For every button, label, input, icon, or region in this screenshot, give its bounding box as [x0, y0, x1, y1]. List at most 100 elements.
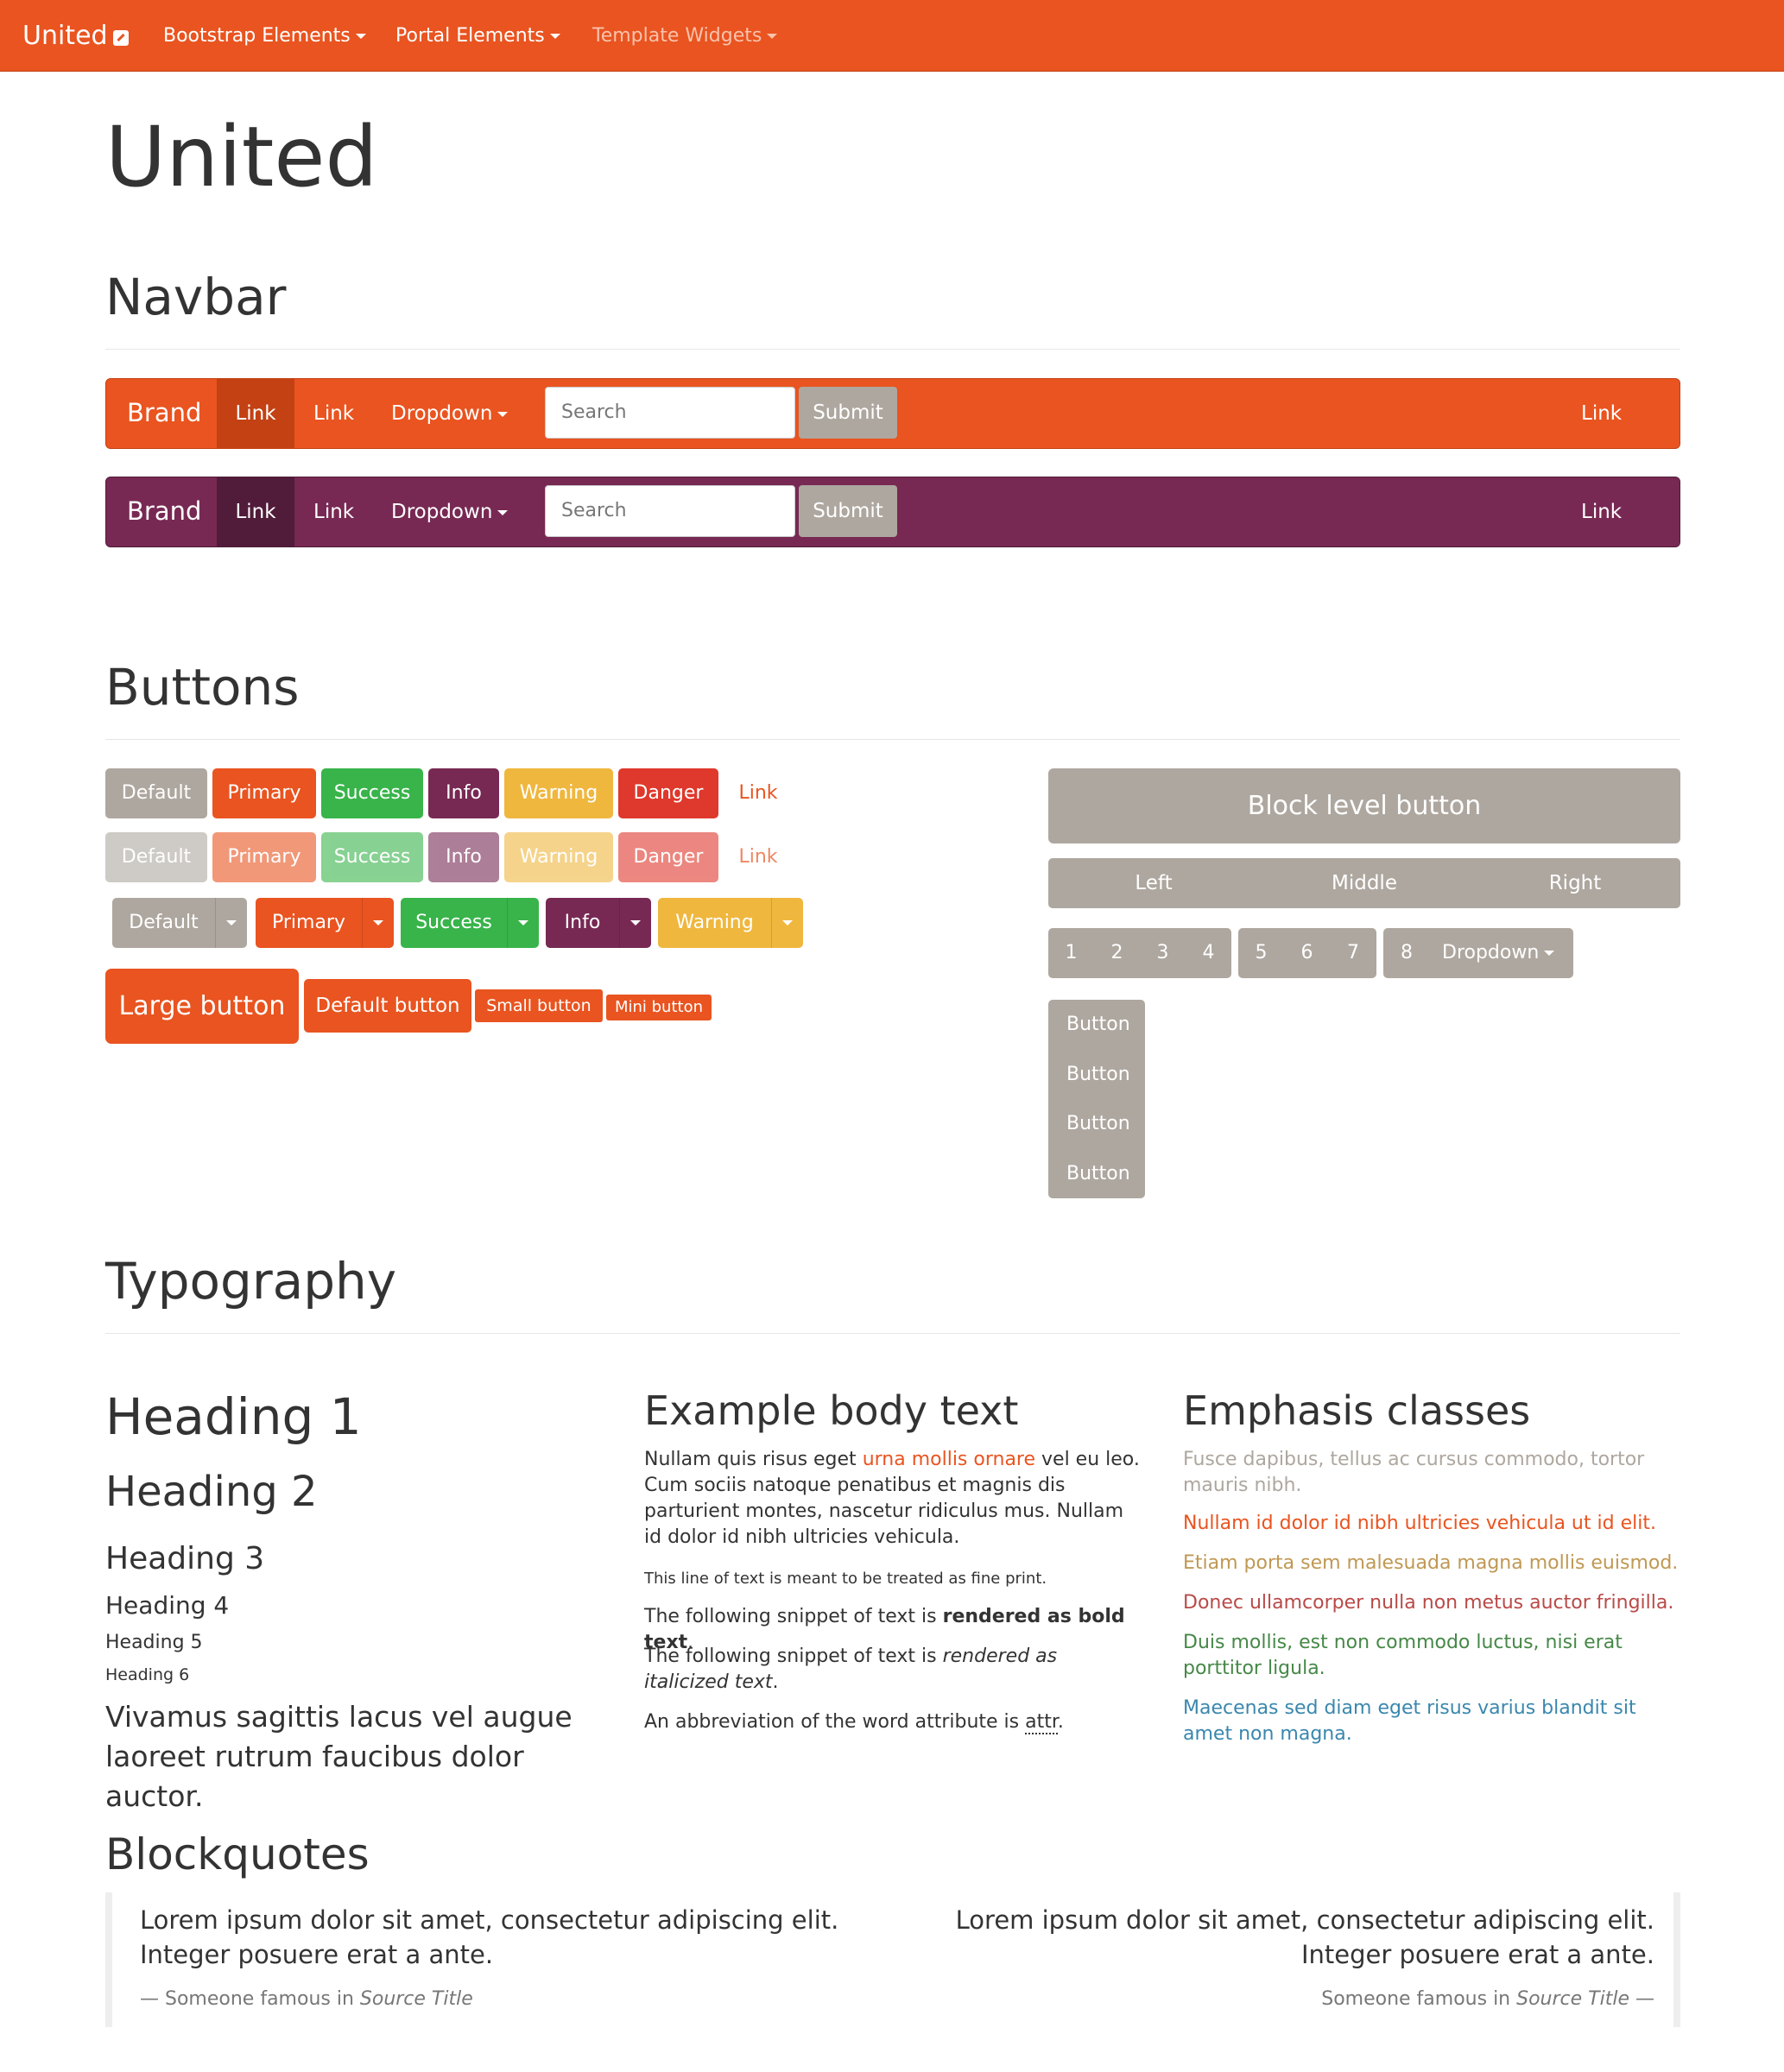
nav-label: Bootstrap Elements — [163, 25, 351, 47]
page-button-8[interactable]: 8 — [1383, 928, 1430, 978]
warning-button[interactable]: Warning — [504, 768, 613, 818]
heading-4: Heading 4 — [105, 1591, 230, 1620]
info-button[interactable]: Info — [428, 768, 499, 818]
demo-right-link[interactable]: Link — [1581, 477, 1622, 546]
link-label: Link — [235, 501, 276, 523]
success-button[interactable]: Success — [321, 768, 423, 818]
demo-navbar-inverse: Brand Link Link Dropdown Search Submit L… — [105, 477, 1680, 547]
default-button[interactable]: Default — [105, 768, 207, 818]
split-toggle[interactable] — [507, 898, 539, 948]
justified-button-group: Left Middle Right — [1048, 858, 1680, 908]
nav-portal-elements[interactable]: Portal Elements — [395, 22, 560, 50]
split-toggle[interactable] — [362, 898, 394, 948]
caret-down-icon — [549, 34, 560, 39]
page-button-4[interactable]: 4 — [1186, 928, 1231, 978]
vertical-button[interactable]: Button — [1048, 1050, 1145, 1100]
body-text: The following snippet of text is — [644, 1606, 943, 1627]
button-group-3: 8 Dropdown — [1383, 928, 1573, 978]
divider — [105, 1333, 1680, 1334]
caret-down-icon — [355, 34, 366, 39]
abbreviation[interactable]: attr — [1025, 1711, 1058, 1734]
default-split-button[interactable]: Default — [112, 898, 247, 948]
demo-link-active[interactable]: Link — [217, 379, 294, 448]
submit-button[interactable]: Submit — [799, 387, 897, 439]
page-button-2[interactable]: 2 — [1094, 928, 1140, 978]
button-group-2: 5 6 7 — [1238, 928, 1376, 978]
emphasis-title: Emphasis classes — [1183, 1387, 1531, 1434]
section-heading-typography: Typography — [105, 1252, 397, 1311]
split-label[interactable]: Warning — [658, 898, 771, 948]
page-button-3[interactable]: 3 — [1140, 928, 1186, 978]
caret-down-icon — [630, 920, 641, 925]
nav-template-widgets[interactable]: Template Widgets — [592, 22, 778, 50]
danger-button[interactable]: Danger — [618, 768, 718, 818]
demo-right-link[interactable]: Link — [1581, 379, 1622, 448]
demo-navbar-default: Brand Link Link Dropdown Search Submit L… — [105, 378, 1680, 449]
demo-link[interactable]: Link — [313, 379, 354, 448]
body-text: The following snippet of text is — [644, 1646, 943, 1667]
small-button[interactable]: Small button — [475, 989, 603, 1022]
split-label[interactable]: Info — [546, 898, 619, 948]
search-input[interactable]: Search — [545, 485, 795, 537]
split-toggle[interactable] — [215, 898, 247, 948]
submit-button[interactable]: Submit — [799, 485, 897, 537]
large-button[interactable]: Large button — [105, 969, 299, 1044]
top-navbar: United Bootstrap Elements Portal Element… — [0, 0, 1784, 72]
vertical-button[interactable]: Button — [1048, 1099, 1145, 1149]
footer-dash: — — [140, 1988, 159, 2010]
middle-button[interactable]: Middle — [1259, 858, 1470, 908]
blockquote-border — [1673, 1892, 1680, 2027]
demo-dropdown[interactable]: Dropdown — [391, 477, 509, 546]
split-label[interactable]: Primary — [256, 898, 362, 948]
page-button-6[interactable]: 6 — [1284, 928, 1330, 978]
split-toggle[interactable] — [771, 898, 803, 948]
search-input[interactable]: Search — [545, 387, 795, 439]
demo-brand[interactable]: Brand — [127, 396, 201, 429]
vertical-button[interactable]: Button — [1048, 1149, 1145, 1199]
warning-button-disabled: Warning — [504, 832, 613, 882]
body-paragraph: Nullam quis risus eget urna mollis ornar… — [644, 1447, 1145, 1551]
heading-1: Heading 1 — [105, 1387, 362, 1446]
warning-split-button[interactable]: Warning — [658, 898, 803, 948]
success-split-button[interactable]: Success — [401, 898, 539, 948]
primary-split-button[interactable]: Primary — [256, 898, 394, 948]
right-button[interactable]: Right — [1470, 858, 1680, 908]
body-text: Nullam quis risus eget — [644, 1449, 863, 1470]
mini-button[interactable]: Mini button — [606, 995, 712, 1020]
demo-brand[interactable]: Brand — [127, 495, 201, 527]
demo-link-active[interactable]: Link — [217, 477, 294, 546]
page-button-1[interactable]: 1 — [1048, 928, 1094, 978]
italic-paragraph: The following snippet of text is rendere… — [644, 1644, 1145, 1696]
link-label: Link — [235, 402, 276, 425]
default-button-disabled: Default — [105, 832, 207, 882]
vertical-button[interactable]: Button — [1048, 1000, 1145, 1050]
nav-bootstrap-elements[interactable]: Bootstrap Elements — [163, 22, 366, 50]
abbr-paragraph: An abbreviation of the word attribute is… — [644, 1709, 1145, 1735]
source-title: Source Title — [1516, 1988, 1629, 2010]
blockquote-border — [105, 1892, 112, 2027]
block-level-button[interactable]: Block level button — [1048, 768, 1680, 843]
external-link-icon — [112, 30, 129, 46]
link-button[interactable]: Link — [724, 768, 793, 818]
split-label[interactable]: Default — [112, 898, 215, 948]
split-label[interactable]: Success — [401, 898, 507, 948]
footer-dash: — — [1635, 1988, 1654, 2010]
demo-link[interactable]: Link — [313, 477, 354, 546]
default-size-button[interactable]: Default button — [304, 979, 471, 1033]
primary-button[interactable]: Primary — [212, 768, 316, 818]
demo-dropdown[interactable]: Dropdown — [391, 379, 509, 448]
page-button-5[interactable]: 5 — [1238, 928, 1284, 978]
dropdown-button[interactable]: Dropdown — [1430, 928, 1573, 978]
heading-2: Heading 2 — [105, 1468, 318, 1516]
dropdown-label: Dropdown — [391, 501, 493, 523]
body-text: . — [772, 1671, 779, 1693]
split-toggle[interactable] — [619, 898, 651, 948]
navbar-brand[interactable]: United — [22, 19, 129, 54]
body-link[interactable]: urna mollis ornare — [863, 1449, 1035, 1470]
page-button-7[interactable]: 7 — [1330, 928, 1376, 978]
text-danger: Donec ullamcorper nulla non metus auctor… — [1183, 1592, 1674, 1614]
text-success: Duis mollis, est non commodo luctus, nis… — [1183, 1632, 1623, 1679]
left-button[interactable]: Left — [1048, 858, 1259, 908]
divider — [105, 349, 1680, 350]
info-split-button[interactable]: Info — [546, 898, 651, 948]
